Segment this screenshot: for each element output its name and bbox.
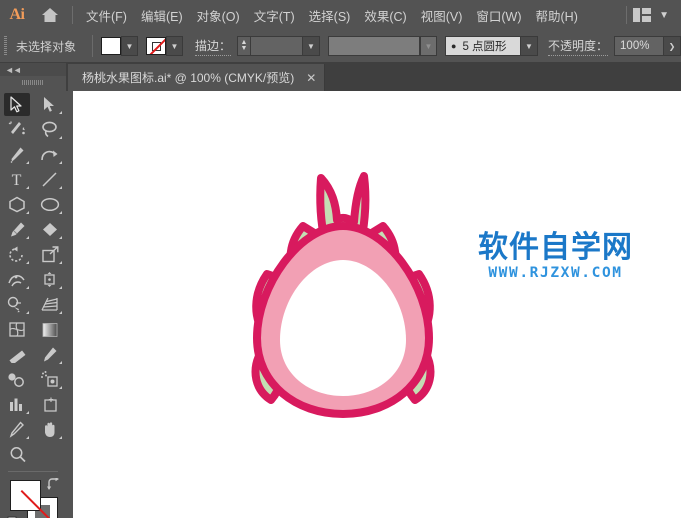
menu-type[interactable]: 文字(T) xyxy=(247,2,302,29)
selection-tool[interactable] xyxy=(0,92,33,117)
fill-control[interactable]: ▼ xyxy=(101,36,139,56)
tool-panel-divider xyxy=(8,471,58,472)
pen-tool[interactable] xyxy=(0,142,33,167)
stroke-weight-label[interactable]: 描边： xyxy=(195,37,232,56)
line-segment-tool[interactable] xyxy=(33,167,66,192)
brush-definition-chevron-down-icon[interactable]: ▼ xyxy=(420,36,438,56)
tool-panel: ◄◄ T xyxy=(0,63,66,518)
workspace-layout-icon xyxy=(633,8,652,22)
menu-file[interactable]: 文件(F) xyxy=(79,2,134,29)
blend-tool[interactable] xyxy=(0,367,33,392)
brush-definition-value[interactable] xyxy=(328,36,421,56)
stroke-color-control[interactable]: ▼ xyxy=(146,36,184,56)
menu-window[interactable]: 窗口(W) xyxy=(469,2,528,29)
tool-panel-grip[interactable] xyxy=(0,76,66,89)
fill-dropdown-chevron-down-icon[interactable]: ▼ xyxy=(121,36,139,56)
stroke-weight-chevron-down-icon[interactable]: ▼ xyxy=(303,36,321,56)
document-tab[interactable]: 杨桃水果图标.ai* @ 100% (CMYK/预览) ✕ xyxy=(68,64,326,91)
direct-selection-tool[interactable] xyxy=(33,92,66,117)
opacity-chevron-right-icon[interactable]: ❯ xyxy=(664,36,681,56)
graphic-style-value[interactable]: ● 5 点圆形 xyxy=(445,36,522,56)
graphic-style-chevron-down-icon[interactable]: ▼ xyxy=(521,36,539,56)
tool-panel-header[interactable]: ◄◄ xyxy=(0,63,66,76)
hand-tool[interactable] xyxy=(33,417,66,442)
tool-grid: T xyxy=(0,89,66,467)
polygon-tool[interactable] xyxy=(0,192,33,217)
watermark-chinese: 软件自学网 xyxy=(478,230,633,265)
scale-tool[interactable] xyxy=(33,242,66,267)
control-bar: 未选择对象 ▼ ▼ 描边： ▲ ▼ ▼ ▼ ● 5 点圆形 ▼ 不透明度： 10… xyxy=(0,30,681,63)
swap-fill-stroke-icon[interactable] xyxy=(46,477,61,497)
menu-effect[interactable]: 效果(C) xyxy=(357,2,413,29)
slice-tool[interactable] xyxy=(0,417,33,442)
illustrator-window: Ai 文件(F) 编辑(E) 对象(O) 文字(T) 选择(S) 效果(C) 视… xyxy=(0,0,681,518)
menu-bar: Ai 文件(F) 编辑(E) 对象(O) 文字(T) 选择(S) 效果(C) 视… xyxy=(0,0,681,30)
control-bar-grip[interactable] xyxy=(0,30,10,63)
menu-help[interactable]: 帮助(H) xyxy=(529,2,585,29)
illustrator-logo-icon: Ai xyxy=(9,6,26,23)
ellipse-tool[interactable] xyxy=(33,192,66,217)
shaper-tool[interactable] xyxy=(33,217,66,242)
menubar-divider xyxy=(72,6,73,24)
dragon-fruit-icon[interactable] xyxy=(243,156,443,426)
stroke-swatch-none[interactable] xyxy=(146,37,167,55)
watermark-url: WWW.RJZXW.COM xyxy=(488,264,623,281)
paintbrush-tool[interactable] xyxy=(0,217,33,242)
control-divider-1 xyxy=(92,35,94,57)
chevron-down-icon[interactable]: ▼ xyxy=(659,10,669,21)
lasso-tool[interactable] xyxy=(33,117,66,142)
type-tool[interactable]: T xyxy=(0,167,33,192)
canvas-gutter xyxy=(66,91,73,518)
width-tool[interactable] xyxy=(0,267,33,292)
zoom-tool[interactable] xyxy=(0,442,66,467)
brush-definition-control[interactable]: ▼ xyxy=(328,36,438,56)
mesh-tool[interactable] xyxy=(0,317,33,342)
free-transform-tool[interactable] xyxy=(33,267,66,292)
workspace-divider xyxy=(626,6,628,24)
document-tab-title: 杨桃水果图标.ai* @ 100% (CMYK/预览) xyxy=(82,71,295,85)
workspace-switcher[interactable]: ▼ xyxy=(620,6,681,24)
eyedropper-tool[interactable] xyxy=(33,342,66,367)
opacity-input[interactable]: 100% xyxy=(614,36,665,56)
double-chevron-left-icon[interactable]: ◄◄ xyxy=(5,65,22,75)
style-label: 5 点圆形 xyxy=(462,41,507,53)
home-icon[interactable] xyxy=(34,0,66,30)
fill-stroke-widget xyxy=(0,476,66,518)
symbol-sprayer-tool[interactable] xyxy=(33,367,66,392)
stroke-weight-control[interactable]: ▲ ▼ ▼ xyxy=(237,36,321,56)
menu-edit[interactable]: 编辑(E) xyxy=(134,2,190,29)
column-graph-tool[interactable] xyxy=(0,392,33,417)
gradient-tool[interactable] xyxy=(33,317,66,342)
opacity-control[interactable]: 100% ❯ xyxy=(614,36,681,56)
stroke-weight-stepper[interactable]: ▲ ▼ xyxy=(237,36,252,56)
fill-swatch[interactable] xyxy=(101,37,122,55)
shape-builder-tool[interactable] xyxy=(0,292,33,317)
measure-tool[interactable] xyxy=(0,342,33,367)
menu-view[interactable]: 视图(V) xyxy=(414,2,470,29)
graphic-style-control[interactable]: ● 5 点圆形 ▼ xyxy=(445,36,539,56)
artboard-canvas[interactable]: 软件自学网 WWW.RJZXW.COM xyxy=(73,91,681,518)
style-bullet-icon: ● xyxy=(451,41,457,51)
selection-status-label: 未选择对象 xyxy=(16,39,77,54)
perspective-grid-tool[interactable] xyxy=(33,292,66,317)
document-tab-bar: 杨桃水果图标.ai* @ 100% (CMYK/预览) ✕ xyxy=(66,63,681,91)
magic-wand-tool[interactable] xyxy=(0,117,33,142)
opacity-label[interactable]: 不透明度： xyxy=(548,37,609,56)
rotate-tool[interactable] xyxy=(0,242,33,267)
close-icon[interactable]: ✕ xyxy=(306,72,316,84)
menu-items: 文件(F) 编辑(E) 对象(O) 文字(T) 选择(S) 效果(C) 视图(V… xyxy=(79,2,585,29)
stroke-weight-input[interactable] xyxy=(251,36,304,56)
stroke-dropdown-chevron-down-icon[interactable]: ▼ xyxy=(166,36,184,56)
svg-text:T: T xyxy=(12,172,22,188)
watermark: 软件自学网 WWW.RJZXW.COM xyxy=(478,232,633,281)
curvature-tool[interactable] xyxy=(33,142,66,167)
menu-object[interactable]: 对象(O) xyxy=(190,2,247,29)
menu-select[interactable]: 选择(S) xyxy=(302,2,358,29)
artboard-tool[interactable] xyxy=(33,392,66,417)
